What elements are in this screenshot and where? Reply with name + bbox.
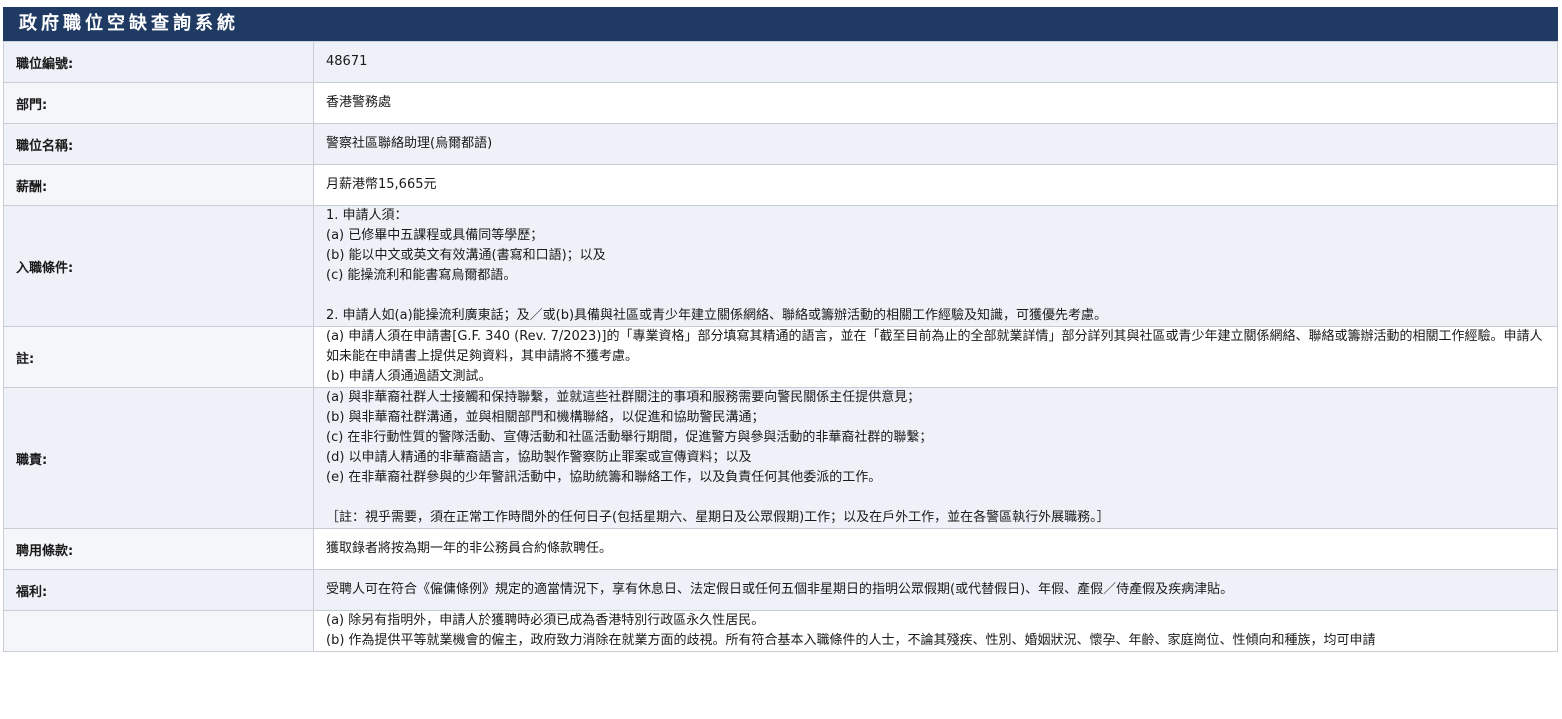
value-line: (b) 與非華裔社群溝通，並與相關部門和機構聯絡，以促進和協助警民溝通； (326, 410, 765, 425)
value-line: 獲取錄者將按為期一年的非公務員合約條款聘任。 (326, 541, 613, 556)
value-line: 月薪港幣15,665元 (326, 177, 437, 192)
row-value: 香港警務處 (313, 82, 1558, 124)
value-line: 2. 申請人如(a)能操流利廣東話；及／或(b)具備與社區或青少年建立關係網絡、… (326, 308, 1108, 323)
value-line: (b) 作為提供平等就業機會的僱主，政府致力消除在就業方面的歧視。所有符合基本入… (326, 633, 1376, 648)
table-row: 職位編號: 48671 (3, 41, 1558, 83)
value-line: (d) 以申請人精通的非華裔語言，協助製作警察防止罪案或宣傳資料；以及 (326, 450, 752, 465)
row-label: 聘用條款: (3, 528, 314, 570)
row-value: 警察社區聯絡助理(烏爾都語) (313, 123, 1558, 165)
table-row: 薪酬: 月薪港幣15,665元 (3, 164, 1558, 206)
value-line: 受聘人可在符合《僱傭條例》規定的適當情況下，享有休息日、法定假日或任何五個非星期… (326, 582, 1234, 597)
row-label: 職位編號: (3, 41, 314, 83)
table-row: 註: (a) 申請人須在申請書[G.F. 340 (Rev. 7/2023)]的… (3, 326, 1558, 388)
table-row: 聘用條款: 獲取錄者將按為期一年的非公務員合約條款聘任。 (3, 528, 1558, 570)
value-line: (b) 申請人須通過語文測試。 (326, 369, 492, 384)
row-value: (a) 除另有指明外，申請人於獲聘時必須已成為香港特別行政區永久性居民。 (b)… (313, 610, 1558, 652)
row-label (3, 610, 314, 652)
row-value: 月薪港幣15,665元 (313, 164, 1558, 206)
value-line: (a) 除另有指明外，申請人於獲聘時必須已成為香港特別行政區永久性居民。 (326, 613, 765, 628)
row-value: 獲取錄者將按為期一年的非公務員合約條款聘任。 (313, 528, 1558, 570)
row-label: 註: (3, 326, 314, 388)
row-value: 48671 (313, 41, 1558, 83)
value-line: ［註：視乎需要，須在正常工作時間外的任何日子(包括星期六、星期日及公眾假期)工作… (326, 510, 1110, 525)
row-label: 部門: (3, 82, 314, 124)
row-label: 職責: (3, 387, 314, 529)
row-label: 職位名稱: (3, 123, 314, 165)
vacancy-page: 政府職位空缺查詢系統 職位編號: 48671 部門: 香港警務處 職位名稱: 警… (3, 7, 1558, 652)
value-line: (c) 在非行動性質的警隊活動、宣傳活動和社區活動舉行期間，促進警方與參與活動的… (326, 430, 933, 445)
row-label: 福利: (3, 569, 314, 611)
vacancy-detail-table: 職位編號: 48671 部門: 香港警務處 職位名稱: 警察社區聯絡助理(烏爾都… (3, 41, 1558, 652)
row-label: 薪酬: (3, 164, 314, 206)
value-line: (a) 與非華裔社群人士接觸和保持聯繫，並就這些社群關注的事項和服務需要向警民關… (326, 390, 921, 405)
value-line: (a) 申請人須在申請書[G.F. 340 (Rev. 7/2023)]的「專業… (326, 329, 1543, 364)
row-value: 1. 申請人須： (a) 已修畢中五課程或具備同等學歷； (b) 能以中文或英文… (313, 205, 1558, 327)
table-row: 職位名稱: 警察社區聯絡助理(烏爾都語) (3, 123, 1558, 165)
value-line: 1. 申請人須： (326, 208, 408, 223)
table-row: 職責: (a) 與非華裔社群人士接觸和保持聯繫，並就這些社群關注的事項和服務需要… (3, 387, 1558, 529)
row-value: 受聘人可在符合《僱傭條例》規定的適當情況下，享有休息日、法定假日或任何五個非星期… (313, 569, 1558, 611)
value-line: (a) 已修畢中五課程或具備同等學歷； (326, 228, 544, 243)
table-row: 部門: 香港警務處 (3, 82, 1558, 124)
value-line: (c) 能操流利和能書寫烏爾都語。 (326, 268, 517, 283)
value-line: 48671 (326, 54, 368, 69)
table-row: 入職條件: 1. 申請人須： (a) 已修畢中五課程或具備同等學歷； (b) 能… (3, 205, 1558, 327)
row-value: (a) 與非華裔社群人士接觸和保持聯繫，並就這些社群關注的事項和服務需要向警民關… (313, 387, 1558, 529)
page-title: 政府職位空缺查詢系統 (3, 7, 1558, 41)
row-value: (a) 申請人須在申請書[G.F. 340 (Rev. 7/2023)]的「專業… (313, 326, 1558, 388)
value-line: 香港警務處 (326, 95, 392, 110)
table-row: (a) 除另有指明外，申請人於獲聘時必須已成為香港特別行政區永久性居民。 (b)… (3, 610, 1558, 652)
row-label: 入職條件: (3, 205, 314, 327)
table-row: 福利: 受聘人可在符合《僱傭條例》規定的適當情況下，享有休息日、法定假日或任何五… (3, 569, 1558, 611)
value-line: (e) 在非華裔社群參與的少年警訊活動中，協助統籌和聯絡工作，以及負責任何其他委… (326, 470, 882, 485)
value-line: 警察社區聯絡助理(烏爾都語) (326, 136, 493, 151)
value-line: (b) 能以中文或英文有效溝通(書寫和口語)；以及 (326, 248, 606, 263)
